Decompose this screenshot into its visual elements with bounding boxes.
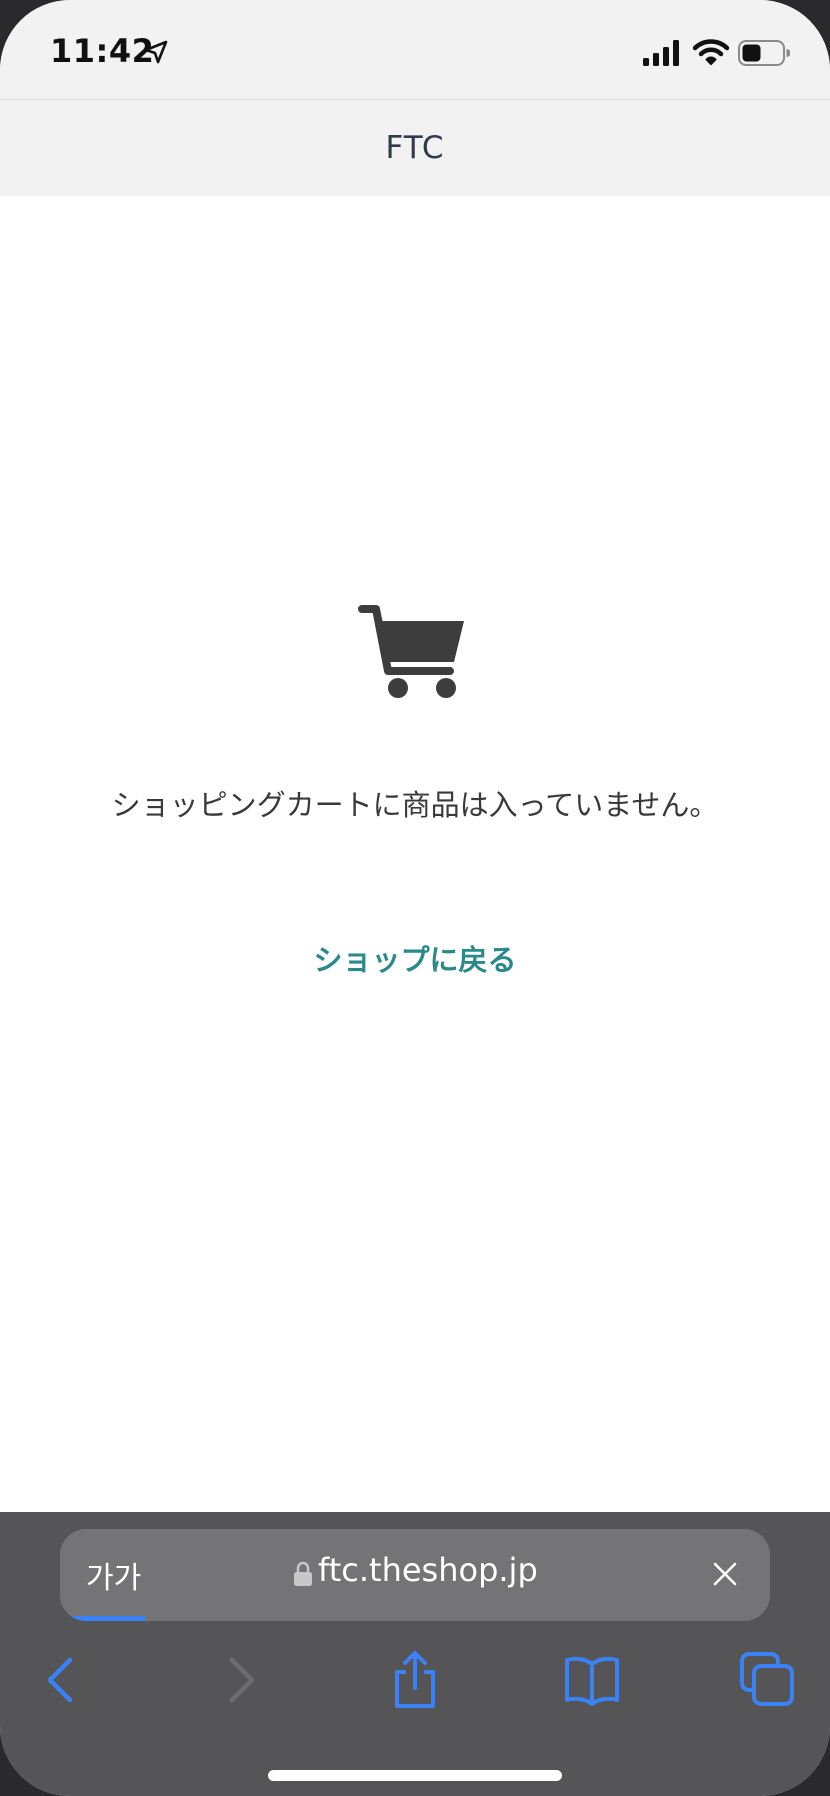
site-title: FTC bbox=[385, 130, 445, 166]
bookmarks-icon[interactable] bbox=[562, 1650, 622, 1710]
tabs-icon[interactable] bbox=[738, 1650, 798, 1710]
back-to-shop-link[interactable]: ショップに戻る bbox=[0, 937, 830, 979]
address-bar[interactable]: 가가 ftc.theshop.jp bbox=[60, 1529, 770, 1621]
close-icon[interactable] bbox=[712, 1561, 738, 1587]
phone-screen: 11:42 FTC ショッピングカートに商品は入っていません。 ショップに戻る … bbox=[0, 0, 830, 1796]
home-indicator bbox=[268, 1770, 562, 1781]
back-icon[interactable] bbox=[32, 1650, 92, 1710]
share-icon[interactable] bbox=[385, 1650, 445, 1710]
page-load-progress bbox=[60, 1616, 146, 1621]
cellular-signal-icon bbox=[643, 40, 679, 66]
safari-bottom-bar: 가가 ftc.theshop.jp bbox=[0, 1512, 830, 1796]
status-time: 11:42 bbox=[50, 32, 155, 70]
battery-icon bbox=[738, 40, 790, 66]
url-text[interactable]: ftc.theshop.jp bbox=[318, 1551, 538, 1589]
lock-icon bbox=[294, 1561, 312, 1586]
forward-icon[interactable] bbox=[210, 1650, 270, 1710]
wifi-icon bbox=[693, 39, 729, 65]
text-size-button[interactable]: 가가 bbox=[86, 1553, 141, 1597]
location-arrow-icon bbox=[144, 40, 168, 64]
status-bar: 11:42 bbox=[0, 0, 830, 99]
empty-cart-message: ショッピングカートに商品は入っていません。 bbox=[111, 788, 719, 822]
site-header: FTC bbox=[0, 99, 830, 196]
shopping-cart-icon bbox=[358, 605, 464, 698]
